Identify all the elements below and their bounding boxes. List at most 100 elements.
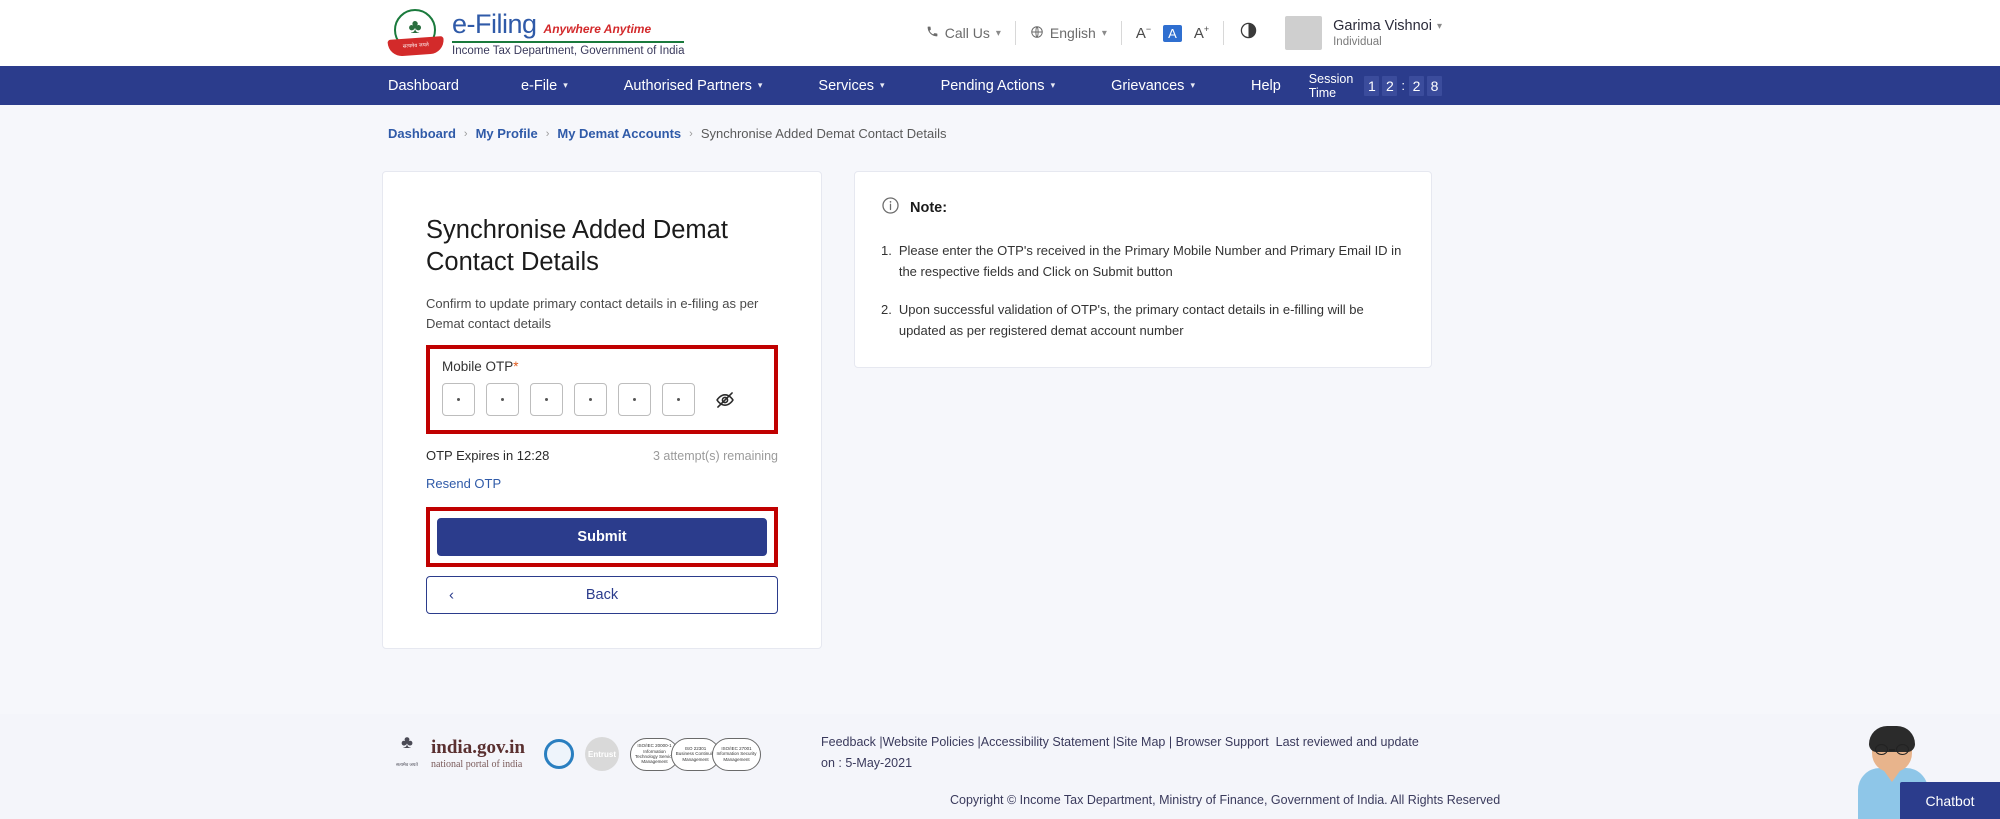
- nav-item-efile[interactable]: e-File ▾: [493, 78, 596, 94]
- page-footer: ♣ सत्यमेव जयते india.gov.in national por…: [0, 714, 2000, 819]
- chevron-down-icon: ▾: [563, 80, 568, 90]
- font-normal-button[interactable]: A: [1163, 24, 1182, 42]
- user-profile-menu[interactable]: Garima Vishnoi ▾ Individual: [1273, 16, 1442, 50]
- masked-dot: [501, 398, 504, 402]
- chatbot-button[interactable]: Chatbot: [1900, 782, 2000, 819]
- info-icon: [881, 196, 900, 220]
- eye-off-icon[interactable]: [715, 390, 735, 410]
- cert-badge: ISO/IEC 27001 Information Security Manag…: [712, 737, 761, 771]
- back-button-label: Back: [585, 587, 619, 604]
- chevron-down-icon: ▾: [880, 80, 885, 90]
- header-utilities: Call Us ▾ English ▾ A− A A+ Garima Vishn…: [912, 16, 1442, 50]
- session-time-digits: 1 2 : 2 8: [1364, 75, 1442, 96]
- footer-links: Feedback |Website Policies |Accessibilit…: [821, 732, 1421, 775]
- masked-dot: [589, 398, 592, 402]
- otp-expiry-text: OTP Expires in 12:28: [426, 448, 550, 464]
- brand-logo[interactable]: ♣ सत्यमेव जयते e-Filing Anywhere Anytime…: [387, 9, 685, 57]
- otp-digit-input-3[interactable]: [530, 383, 563, 417]
- call-us-label: Call Us: [944, 25, 990, 41]
- mobile-otp-label: Mobile OTP*: [442, 359, 519, 375]
- required-asterisk: *: [513, 359, 519, 375]
- breadcrumb-separator: ›: [689, 127, 693, 140]
- chevron-down-icon: ▾: [1050, 80, 1056, 90]
- note-item-text: Upon successful validation of OTP's, the…: [898, 302, 1364, 338]
- otp-digit-input-6[interactable]: [662, 383, 695, 417]
- nav-item-dashboard[interactable]: Dashboard: [388, 78, 493, 94]
- nav-item-help[interactable]: Help: [1223, 78, 1309, 94]
- otp-card: Synchronise Added Demat Contact Details …: [382, 171, 822, 650]
- nav-item-pending-actions[interactable]: Pending Actions ▾: [913, 78, 1084, 94]
- masked-dot: [457, 398, 460, 402]
- otp-meta-row: OTP Expires in 12:28 3 attempt(s) remain…: [426, 448, 778, 463]
- note-item-number: 2.: [881, 302, 892, 318]
- breadcrumb-item-my-profile[interactable]: My Profile: [476, 126, 538, 141]
- user-role: Individual: [1333, 36, 1382, 48]
- otp-section-highlight: Mobile OTP*: [426, 345, 778, 435]
- national-emblem-icon: ♣ सत्यमेव जयते: [387, 9, 445, 57]
- main-navigation-bar: Dashboard e-File ▾ Authorised Partners ▾ S…: [0, 66, 2000, 105]
- user-name-row: Garima Vishnoi ▾: [1333, 18, 1442, 34]
- session-digit: 1: [1364, 75, 1380, 96]
- note-header: Note:: [881, 196, 1405, 220]
- language-label: English: [1049, 25, 1096, 41]
- resend-otp-link[interactable]: Resend OTP: [426, 476, 501, 491]
- top-header-bar: ♣ सत्यमेव जयते e-Filing Anywhere Anytime…: [0, 0, 2000, 66]
- entrust-badge: Entrust: [585, 737, 619, 771]
- font-decrease-button[interactable]: A−: [1136, 24, 1151, 42]
- chevron-down-icon: ▾: [1190, 80, 1195, 90]
- contrast-toggle-button[interactable]: [1224, 22, 1273, 44]
- footer-links-text[interactable]: Feedback |Website Policies |Accessibilit…: [821, 735, 1269, 749]
- chevron-down-icon: ▾: [1436, 20, 1442, 32]
- footer-logos: ♣ सत्यमेव जयते india.gov.in national por…: [394, 732, 761, 776]
- india-gov-logo[interactable]: india.gov.in national portal of india: [431, 737, 525, 770]
- chatbot-widget[interactable]: Chatbot: [1830, 720, 2000, 819]
- otp-attempts-text: 3 attempt(s) remaining: [652, 448, 778, 463]
- main-content: Synchronise Added Demat Contact Details …: [382, 171, 2000, 650]
- language-selector[interactable]: English ▾: [1016, 25, 1121, 42]
- session-digit: 8: [1427, 75, 1442, 96]
- session-time-label: Session Time: [1308, 71, 1354, 100]
- call-us-menu[interactable]: Call Us ▾: [912, 25, 1015, 41]
- note-items: 1. Please enter the OTP's received in th…: [881, 241, 1405, 341]
- breadcrumb-item-dashboard[interactable]: Dashboard: [388, 126, 456, 141]
- chevron-down-icon: ▾: [1101, 27, 1107, 39]
- breadcrumb-separator: ›: [545, 127, 550, 140]
- brand-text: e-Filing Anywhere Anytime Income Tax Dep…: [452, 9, 685, 57]
- note-panel: Note: 1. Please enter the OTP's received…: [854, 171, 1432, 369]
- nav-item-grievances[interactable]: Grievances ▾: [1083, 78, 1223, 94]
- nav-item-services[interactable]: Services ▾: [790, 78, 912, 94]
- footer-copyright: Copyright © Income Tax Department, Minis…: [950, 793, 1501, 807]
- note-item-number: 1.: [881, 243, 892, 258]
- chevron-down-icon: ▾: [995, 27, 1001, 39]
- national-emblem-icon: ♣ सत्यमेव जयते: [396, 732, 418, 767]
- footer-content: ♣ सत्यमेव जयते india.gov.in national por…: [394, 714, 2000, 776]
- otp-digit-input-5[interactable]: [618, 383, 651, 417]
- emblem-caption: सत्यमेव जयते: [396, 762, 418, 767]
- masked-dot: [545, 398, 548, 402]
- note-item: 2. Upon successful validation of OTP's, …: [881, 300, 1405, 341]
- font-size-controls: A− A A+: [1122, 24, 1223, 42]
- brand-department: Income Tax Department, Government of Ind…: [452, 45, 685, 57]
- nav-item-authorised-partners[interactable]: Authorised Partners ▾: [596, 78, 791, 94]
- masked-dot: [633, 398, 636, 402]
- chevron-down-icon: ▾: [757, 80, 763, 90]
- globe-icon: [1030, 25, 1044, 42]
- session-colon: :: [1401, 78, 1405, 93]
- otp-digit-input-2[interactable]: [486, 383, 519, 417]
- page-title: Synchronise Added Demat Contact Details: [426, 216, 728, 277]
- page-root: ♣ सत्यमेव जयते e-Filing Anywhere Anytime…: [0, 0, 2000, 819]
- chevron-left-icon: ‹: [449, 586, 454, 604]
- otp-digit-input-4[interactable]: [574, 383, 607, 417]
- india-gov-subtitle: national portal of india: [431, 758, 523, 770]
- submit-button[interactable]: Submit: [437, 518, 767, 557]
- back-button[interactable]: ‹ Back: [426, 576, 778, 615]
- avatar: [1285, 16, 1323, 50]
- submit-button-highlight: Submit: [426, 507, 778, 568]
- font-increase-button[interactable]: A+: [1194, 24, 1209, 42]
- otp-digit-input-1[interactable]: [442, 383, 475, 417]
- breadcrumb-item-my-demat-accounts[interactable]: My Demat Accounts: [557, 126, 681, 141]
- note-title: Note:: [910, 200, 948, 216]
- breadcrumb-separator: ›: [463, 127, 468, 140]
- user-name: Garima Vishnoi: [1333, 18, 1432, 34]
- otp-input-row: [442, 383, 762, 417]
